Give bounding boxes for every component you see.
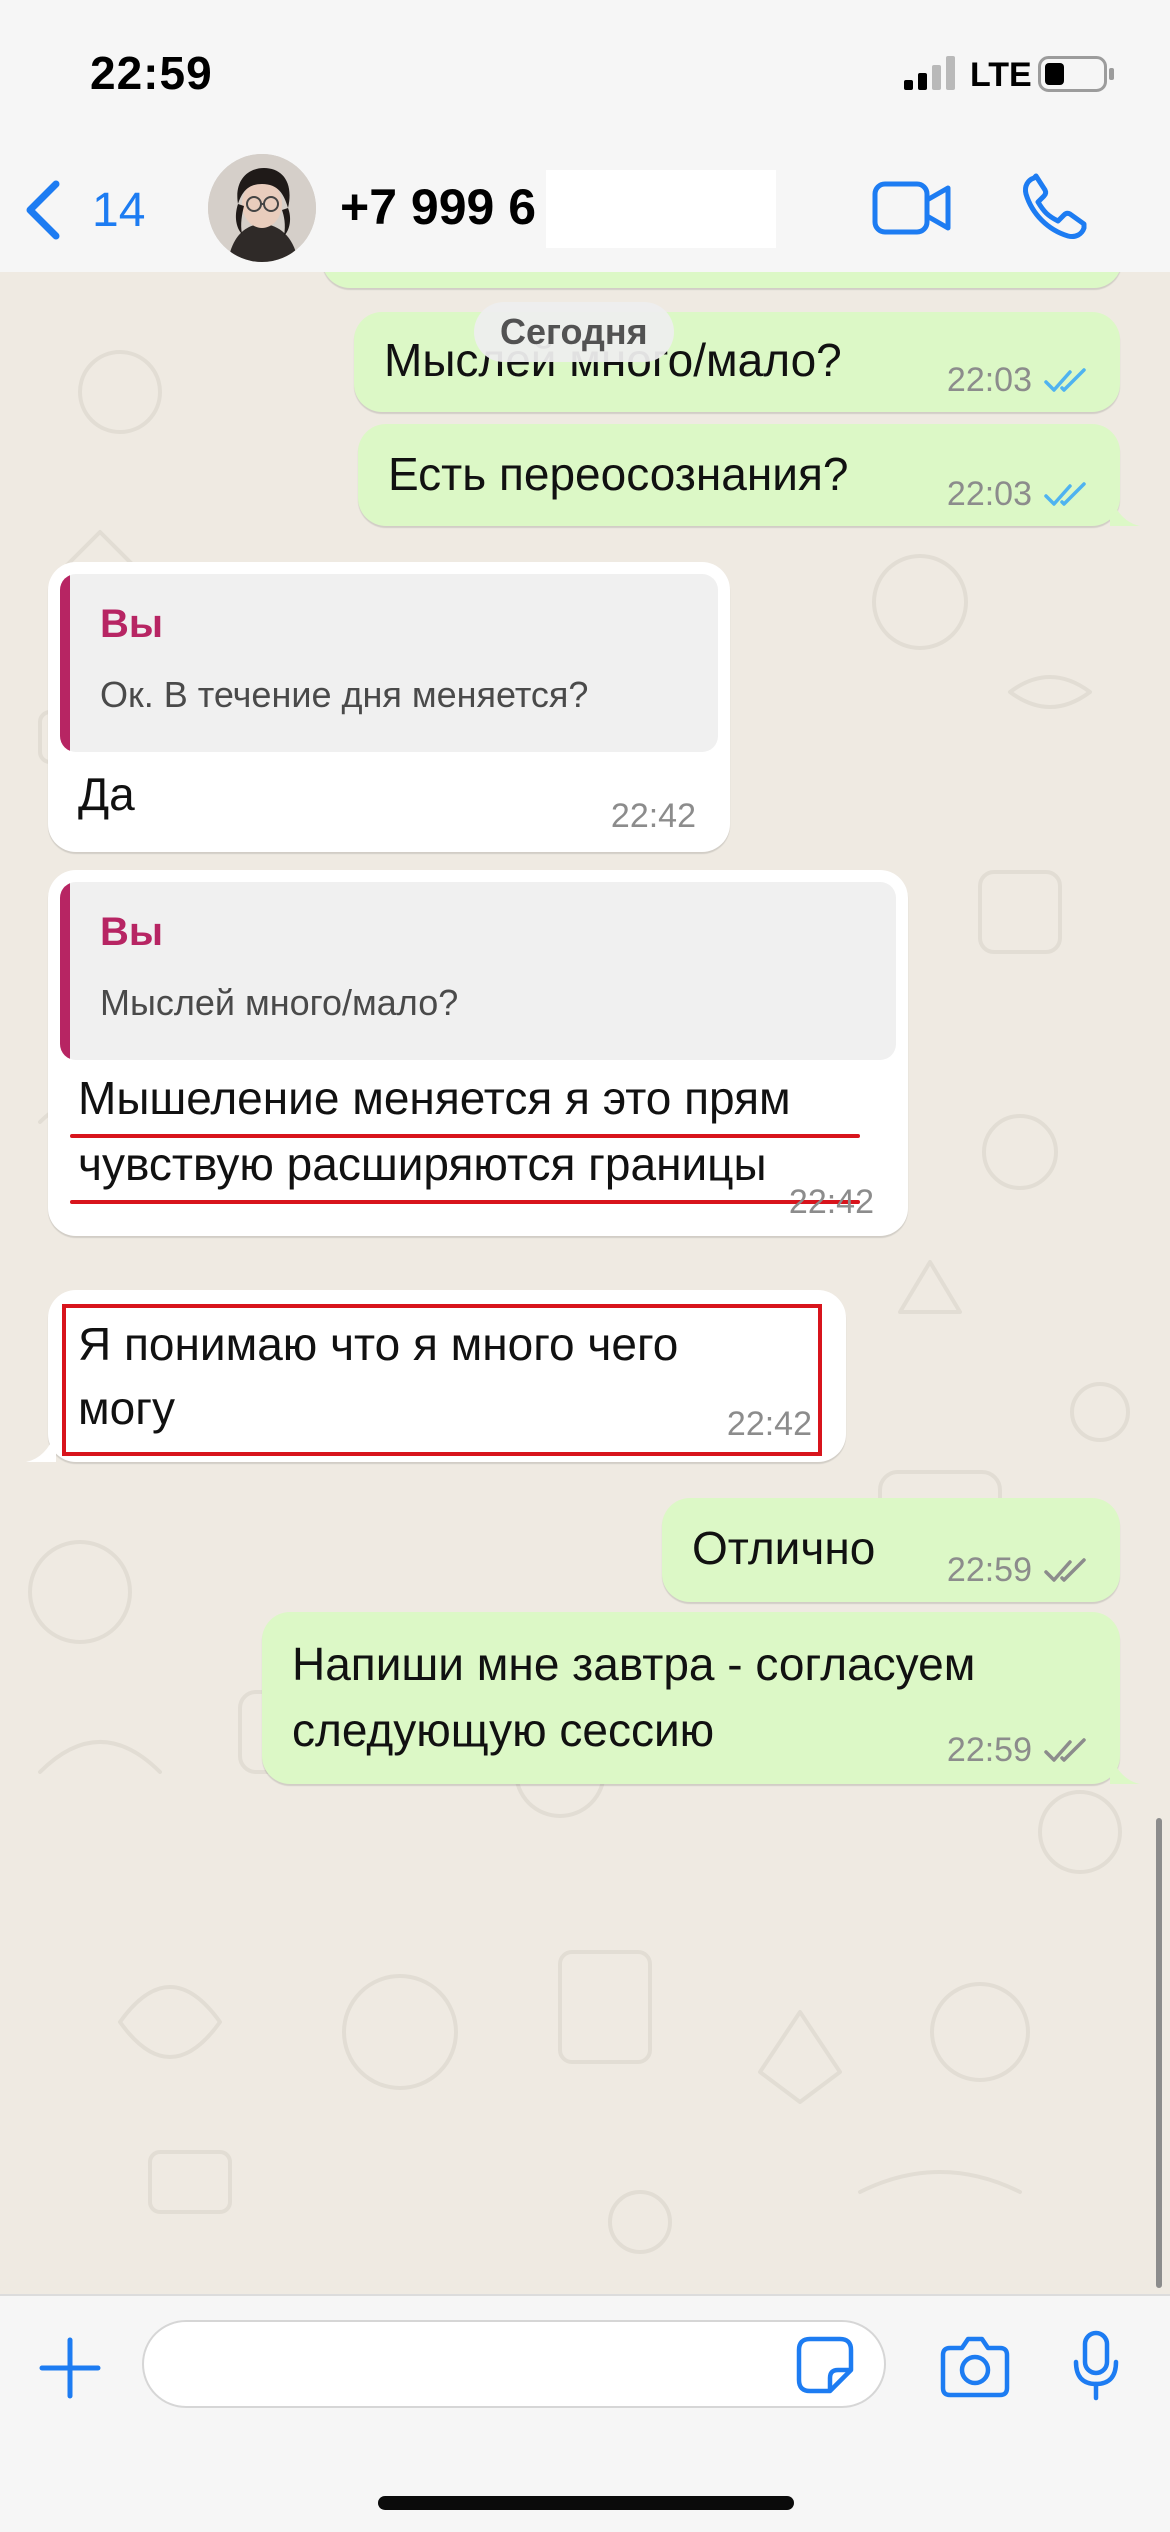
quote-text: Мыслей много/мало? <box>100 982 459 1023</box>
message-meta: 22:42 <box>611 797 696 836</box>
message-meta: 22:03 <box>947 361 1092 400</box>
message-bubble-incoming[interactable]: Я понимаю что я много чего могу 22:42 <box>48 1290 846 1462</box>
contact-avatar[interactable] <box>208 154 316 262</box>
quote-author: Вы <box>100 602 164 646</box>
message-time: 22:59 <box>946 1551 1032 1589</box>
home-indicator[interactable] <box>378 2496 794 2510</box>
message-bubble-outgoing[interactable]: Отлично 22:59 <box>662 1498 1120 1602</box>
quote-accent-bar <box>60 882 70 1060</box>
read-ticks-icon <box>1044 481 1086 506</box>
bubble-tail <box>26 1432 56 1462</box>
quote-text: Ок. В течение дня меняется? <box>100 674 589 715</box>
chat-header: 14 +7 999 6 <box>0 150 1170 274</box>
cellular-signal-icon <box>904 56 955 90</box>
message-bubble-incoming[interactable]: Вы Мыслей много/мало? Мышеление меняется… <box>48 870 908 1236</box>
message-meta: 22:42 <box>727 1405 812 1444</box>
avatar-photo <box>208 154 316 262</box>
message-time: 22:42 <box>726 1405 812 1443</box>
message-text-line: Напиши мне завтра - согласуем <box>292 1638 976 1690</box>
message-text: Есть переосознания? <box>388 448 849 500</box>
whatsapp-chat-screen: 22:59 LTE 14 +7 999 6 Сегодня Мыслей мно… <box>0 0 1170 2532</box>
chevron-left-icon <box>26 180 60 240</box>
partial-previous-message[interactable] <box>322 272 1122 288</box>
quote-accent-bar <box>60 574 70 752</box>
back-button[interactable]: 14 <box>22 170 145 250</box>
quoted-message[interactable]: Вы Мыслей много/мало? <box>60 882 896 1060</box>
message-bubble-outgoing[interactable]: Мыслей много/мало? 22:03 <box>354 312 1120 412</box>
red-underline-annotation <box>70 1200 860 1204</box>
message-bubble-incoming[interactable]: Вы Ок. В течение дня меняется? Да 22:42 <box>48 562 730 852</box>
phone-icon[interactable] <box>1020 172 1090 242</box>
message-composer <box>0 2294 1170 2532</box>
video-camera-icon[interactable] <box>872 178 952 238</box>
camera-icon[interactable] <box>940 2334 1010 2398</box>
message-time: 22:03 <box>946 361 1032 399</box>
message-text-line: следующую сессию <box>292 1704 715 1756</box>
message-text: Да <box>78 768 135 820</box>
message-text-line: могу <box>78 1382 175 1434</box>
status-bar: 22:59 LTE <box>0 0 1170 150</box>
microphone-icon[interactable] <box>1072 2330 1120 2402</box>
plus-icon[interactable] <box>38 2336 102 2400</box>
sticker-icon[interactable] <box>796 2336 854 2394</box>
status-time: 22:59 <box>90 47 213 99</box>
message-time: 22:42 <box>788 1183 874 1221</box>
message-meta: 22:42 <box>789 1183 874 1222</box>
contact-name[interactable]: +7 999 6 <box>340 178 536 236</box>
network-type-label: LTE <box>970 56 1032 94</box>
quote-author: Вы <box>100 910 164 954</box>
message-meta: 22:03 <box>947 475 1092 514</box>
message-time: 22:59 <box>946 1731 1032 1769</box>
quoted-message[interactable]: Вы Ок. В течение дня меняется? <box>60 574 718 752</box>
bubble-tail <box>1110 496 1140 526</box>
delivered-ticks-icon <box>1044 1737 1086 1762</box>
message-text: Отлично <box>692 1522 876 1574</box>
scroll-indicator[interactable] <box>1156 1818 1162 2288</box>
message-bubble-outgoing[interactable]: Есть переосознания? 22:03 <box>358 424 1120 526</box>
message-bubble-outgoing[interactable]: Напиши мне завтра - согласуем следующую … <box>262 1612 1120 1784</box>
message-meta: 22:59 <box>947 1731 1092 1770</box>
message-time: 22:03 <box>946 475 1032 513</box>
redaction-box <box>546 170 776 248</box>
message-text-line: чувствую расширяются границы <box>78 1138 767 1190</box>
unread-chats-count: 14 <box>92 183 146 237</box>
message-text-line: Мышеление меняется я это прям <box>78 1072 791 1124</box>
message-meta: 22:59 <box>947 1551 1092 1590</box>
read-ticks-icon <box>1044 367 1086 392</box>
message-input[interactable] <box>142 2320 886 2408</box>
date-separator: Сегодня <box>474 302 674 362</box>
message-time: 22:42 <box>610 797 696 835</box>
message-list[interactable]: Сегодня Мыслей много/мало? 22:03 Есть пе… <box>0 272 1170 2294</box>
bubble-tail <box>1110 1754 1140 1784</box>
delivered-ticks-icon <box>1044 1557 1086 1582</box>
message-text-line: Я понимаю что я много чего <box>78 1318 679 1370</box>
battery-low-icon <box>1038 56 1114 92</box>
